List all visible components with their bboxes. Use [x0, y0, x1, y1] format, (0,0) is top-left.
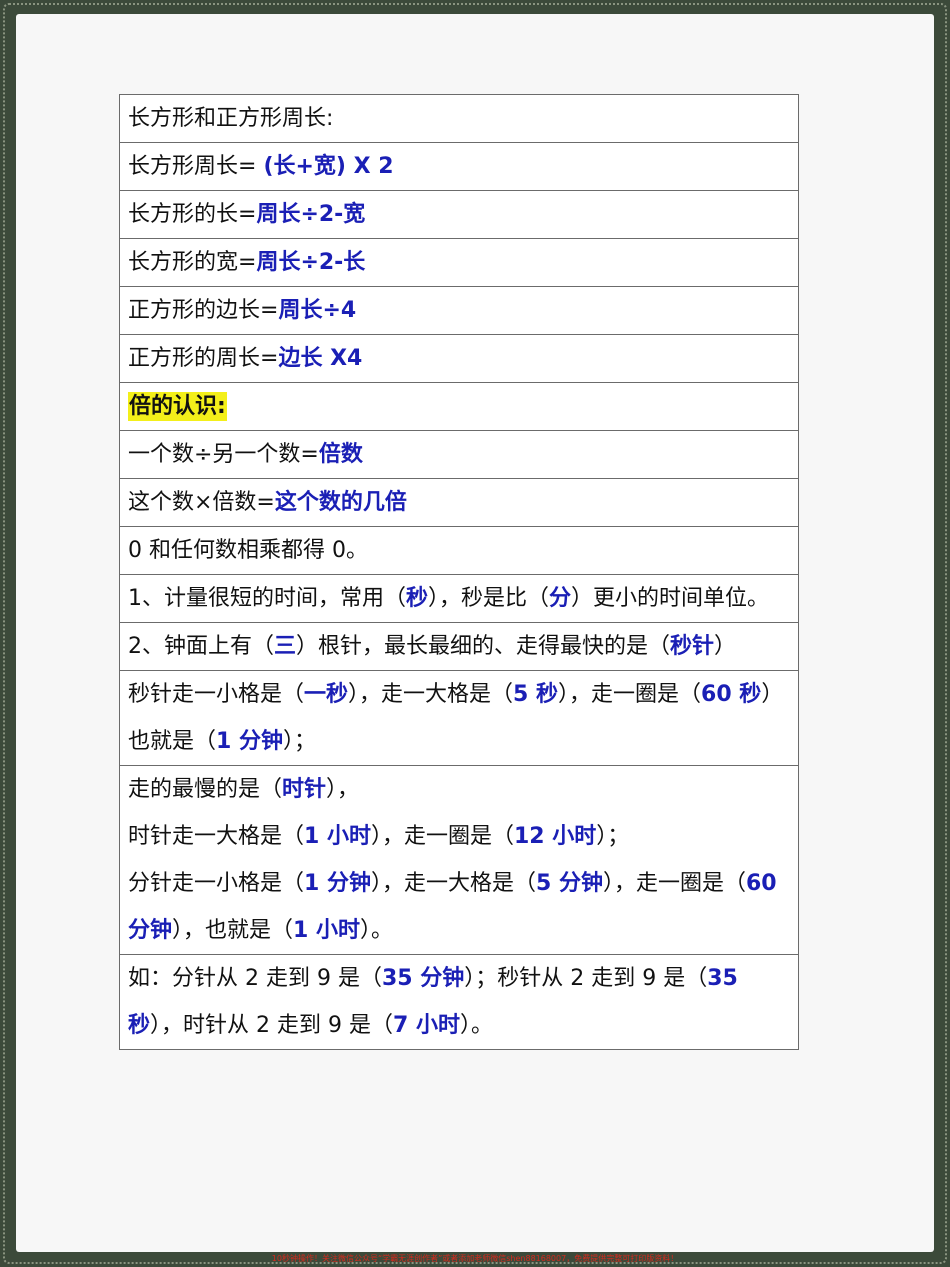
row-text: 如：分针从 2 走到 9 是（: [128, 966, 382, 991]
row-text: 正方形的周长=: [128, 346, 279, 371]
row-text: 0 和任何数相乘都得 0。: [128, 538, 368, 563]
answer-text: 1 分钟: [304, 871, 371, 896]
row-square-perimeter: 正方形的周长=边长 X4: [119, 334, 799, 383]
row-text: ）更小的时间单位。: [571, 586, 770, 611]
table-row: 秒针走一小格是（一秒），走一大格是（5 秒），走一圈是（60 秒）也就是（1 分…: [119, 670, 799, 766]
row-text: 秒针走一小格是（: [128, 682, 305, 707]
row-text: ），走一大格是（: [370, 871, 536, 896]
answer-text: 这个数的几倍: [274, 490, 407, 515]
answer-text: 一秒: [304, 682, 349, 707]
row-multiples-heading: 倍的认识:: [119, 382, 799, 431]
answer-text: 5 分钟: [536, 871, 603, 896]
table-row: 如：分针从 2 走到 9 是（35 分钟）；秒针从 2 走到 9 是（35 秒）…: [119, 954, 799, 1050]
table-row: 走的最慢的是（时针）， 时针走一大格是（1 小时），走一圈是（12 小时）； 分针走…: [119, 765, 799, 955]
row-rect-length: 长方形的长=周长÷2-宽: [119, 190, 799, 239]
notes-table: 长方形和正方形周长: 长方形周长= (长+宽) X 2 长方形的长=周长÷2-宽 长方…: [119, 94, 799, 1050]
row-text: ）。: [360, 918, 394, 943]
row-text: ），走一圈是（: [602, 871, 746, 896]
answer-text: 12 小时: [514, 824, 597, 849]
row-text: 1、计量很短的时间，常用（: [128, 586, 406, 611]
row-text: ），也就是（: [172, 918, 294, 943]
row-line: 时针走一大格是（1 小时），走一圈是（12 小时）；: [128, 813, 790, 860]
row-text: ），走一大格是（: [348, 682, 514, 707]
table-row: 正方形的周长=边长 X4: [119, 334, 799, 383]
row-text: ），时针从 2 走到 9 是（: [150, 1013, 393, 1038]
row-time-unit-second: 1、计量很短的时间，常用（秒），秒是比（分）更小的时间单位。: [119, 574, 799, 623]
row-text: ），走一圈是（: [370, 824, 514, 849]
row-square-side: 正方形的边长=周长÷4: [119, 286, 799, 335]
row-text: 分针走一小格是（: [128, 871, 305, 896]
row-perimeter-heading: 长方形和正方形周长:: [119, 94, 799, 143]
row-text: ）；秒针从 2 走到 9 是（: [464, 966, 708, 991]
row-zero-rule: 0 和任何数相乘都得 0。: [119, 526, 799, 575]
row-text: 长方形的宽=: [128, 250, 257, 275]
table-row: 长方形周长= (长+宽) X 2: [119, 142, 799, 191]
row-text: 走的最慢的是（: [128, 777, 283, 802]
answer-text: 1 小时: [293, 918, 360, 943]
table-row: 长方形的宽=周长÷2-长: [119, 238, 799, 287]
answer-text: 周长÷2-长: [256, 250, 366, 275]
row-slowest-hand: 走的最慢的是（时针）， 时针走一大格是（1 小时），走一圈是（12 小时）； 分针走…: [119, 765, 799, 955]
row-text: 一个数÷另一个数=: [128, 442, 319, 467]
row-text: ），秒是比（: [428, 586, 550, 611]
table-row: 0 和任何数相乘都得 0。: [119, 526, 799, 575]
table-row: 这个数×倍数=这个数的几倍: [119, 478, 799, 527]
row-rect-width: 长方形的宽=周长÷2-长: [119, 238, 799, 287]
answer-text: 周长÷4: [278, 298, 357, 323]
table-row: 倍的认识:: [119, 382, 799, 431]
row-text: ）；: [596, 824, 630, 849]
answer-text: (长+宽) X 2: [263, 154, 394, 179]
table-row: 1、计量很短的时间，常用（秒），秒是比（分）更小的时间单位。: [119, 574, 799, 623]
table-row: 正方形的边长=周长÷4: [119, 286, 799, 335]
row-line: 走的最慢的是（时针），: [128, 766, 790, 813]
answer-text: 时针: [282, 777, 327, 802]
answer-text: 秒针: [670, 634, 715, 659]
table-row: 长方形和正方形周长:: [119, 94, 799, 143]
row-text: 长方形的长=: [128, 202, 257, 227]
row-text: 长方形周长=: [128, 154, 264, 179]
answer-text: 周长÷2-宽: [256, 202, 366, 227]
row-rect-perimeter: 长方形周长= (长+宽) X 2: [119, 142, 799, 191]
row-text: ），走一圈是（: [558, 682, 702, 707]
row-text: ）。: [459, 1013, 493, 1038]
row-text: 时针走一大格是（: [128, 824, 305, 849]
table-row: 长方形的长=周长÷2-宽: [119, 190, 799, 239]
answer-text: 60 秒: [701, 682, 762, 707]
row-text: ），: [326, 777, 360, 802]
row-line: 分针走一小格是（1 分钟），走一大格是（5 分钟），走一圈是（60 分钟），也就…: [128, 860, 790, 954]
row-text: ）根针，最长最细的、走得最快的是（: [296, 634, 671, 659]
row-multiple-division: 一个数÷另一个数=倍数: [119, 430, 799, 479]
row-text: ）；: [282, 729, 316, 754]
row-text: 2、钟面上有（: [128, 634, 274, 659]
answer-text: 1 分钟: [216, 729, 283, 754]
answer-text: 边长 X4: [278, 346, 363, 371]
row-text: ）: [714, 634, 737, 659]
answer-text: 7 小时: [392, 1013, 460, 1038]
row-text: 长方形和正方形周长:: [128, 106, 334, 131]
row-text: 正方形的边长=: [128, 298, 279, 323]
answer-text: 倍数: [318, 442, 363, 467]
answer-text: 秒: [406, 586, 429, 611]
footer-notice: 10秒钟操作！关注微信公众号“学霸无涯创作者”或者添加老师微信shen88168…: [271, 1254, 679, 1263]
answer-text: 三: [274, 634, 297, 659]
row-example: 如：分针从 2 走到 9 是（35 分钟）；秒针从 2 走到 9 是（35 秒）…: [119, 954, 799, 1050]
row-text: 这个数×倍数=: [128, 490, 275, 515]
table-row: 一个数÷另一个数=倍数: [119, 430, 799, 479]
table-row: 2、钟面上有（三）根针，最长最细的、走得最快的是（秒针）: [119, 622, 799, 671]
answer-text: 1 小时: [304, 824, 371, 849]
row-clock-hands: 2、钟面上有（三）根针，最长最细的、走得最快的是（秒针）: [119, 622, 799, 671]
answer-text: 分: [549, 586, 572, 611]
row-multiple-product: 这个数×倍数=这个数的几倍: [119, 478, 799, 527]
answer-text: 35 分钟: [381, 966, 465, 991]
row-second-hand: 秒针走一小格是（一秒），走一大格是（5 秒），走一圈是（60 秒）也就是（1 分…: [119, 670, 799, 766]
answer-text: 5 秒: [513, 682, 559, 707]
section-heading-text: 倍的认识:: [128, 392, 227, 421]
